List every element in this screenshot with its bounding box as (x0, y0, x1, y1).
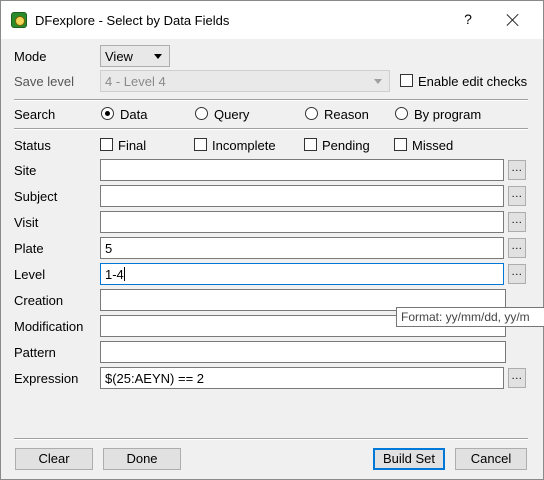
done-button[interactable]: Done (103, 448, 181, 470)
divider (14, 129, 528, 130)
chevron-down-icon (154, 54, 162, 59)
enable-edit-checks-label: Enable edit checks (418, 74, 528, 89)
plate-label: Plate (14, 241, 44, 256)
plate-browse-button[interactable]: ... (508, 238, 526, 258)
status-final-checkbox[interactable] (100, 138, 113, 151)
search-label: Search (14, 107, 56, 122)
subject-browse-button[interactable]: ... (508, 186, 526, 206)
search-reason-radio[interactable] (305, 107, 318, 120)
save-level-value: 4 - Level 4 (105, 74, 166, 89)
status-label: Status (14, 138, 51, 153)
search-query-label: Query (214, 107, 250, 122)
visit-browse-button[interactable]: ... (508, 212, 526, 232)
enable-edit-checks-checkbox[interactable] (400, 74, 413, 87)
creation-label: Creation (14, 293, 64, 308)
divider (14, 100, 528, 101)
site-label: Site (14, 163, 37, 178)
status-missed-checkbox[interactable] (394, 138, 407, 151)
visit-label: Visit (14, 215, 39, 230)
text-cursor (123, 267, 125, 281)
search-by-program-radio[interactable] (395, 107, 408, 120)
subject-input[interactable] (100, 185, 504, 207)
date-format-tooltip: Format: yy/mm/dd, yy/m (396, 307, 544, 327)
divider (14, 439, 528, 440)
expression-input[interactable]: $(25:AEYN) == 2 (100, 367, 504, 389)
clear-button[interactable]: Clear (15, 448, 93, 470)
level-input-value: 1-4 (105, 267, 124, 282)
search-by-program-label: By program (414, 107, 482, 122)
status-incomplete-label: Incomplete (212, 138, 276, 153)
status-missed-label: Missed (412, 138, 454, 153)
help-button[interactable]: ? (457, 11, 479, 27)
save-level-label: Save level (14, 74, 74, 89)
build-set-button[interactable]: Build Set (373, 448, 445, 470)
mode-label: Mode (14, 49, 47, 64)
dfexplore-app-icon (11, 12, 27, 28)
save-level-select: 4 - Level 4 (100, 70, 390, 92)
mode-select[interactable]: View (100, 45, 170, 67)
status-pending-label: Pending (322, 138, 370, 153)
status-final-label: Final (118, 138, 147, 153)
cancel-button[interactable]: Cancel (455, 448, 527, 470)
pattern-input[interactable] (100, 341, 506, 363)
level-label: Level (14, 267, 46, 282)
window-title: DFexplore - Select by Data Fields (35, 13, 230, 28)
plate-input[interactable]: 5 (100, 237, 504, 259)
mode-select-value: View (105, 49, 133, 64)
status-pending-checkbox[interactable] (304, 138, 317, 151)
search-data-radio[interactable] (101, 107, 114, 120)
dialog-window: DFexplore - Select by Data Fields ? Mode… (0, 0, 544, 480)
close-icon[interactable] (501, 8, 525, 32)
pattern-label: Pattern (14, 345, 56, 360)
visit-input[interactable] (100, 211, 504, 233)
level-input[interactable]: 1-4 (100, 263, 504, 285)
title-bar: DFexplore - Select by Data Fields ? (1, 1, 543, 39)
expression-browse-button[interactable]: ... (508, 368, 526, 388)
site-browse-button[interactable]: ... (508, 160, 526, 180)
level-browse-button[interactable]: ... (508, 264, 526, 284)
chevron-down-icon (374, 79, 382, 84)
site-input[interactable] (100, 159, 504, 181)
search-reason-label: Reason (324, 107, 369, 122)
search-data-label: Data (120, 107, 148, 122)
modification-label: Modification (14, 319, 84, 334)
expression-label: Expression (14, 371, 79, 386)
search-query-radio[interactable] (195, 107, 208, 120)
subject-label: Subject (14, 189, 58, 204)
status-incomplete-checkbox[interactable] (194, 138, 207, 151)
